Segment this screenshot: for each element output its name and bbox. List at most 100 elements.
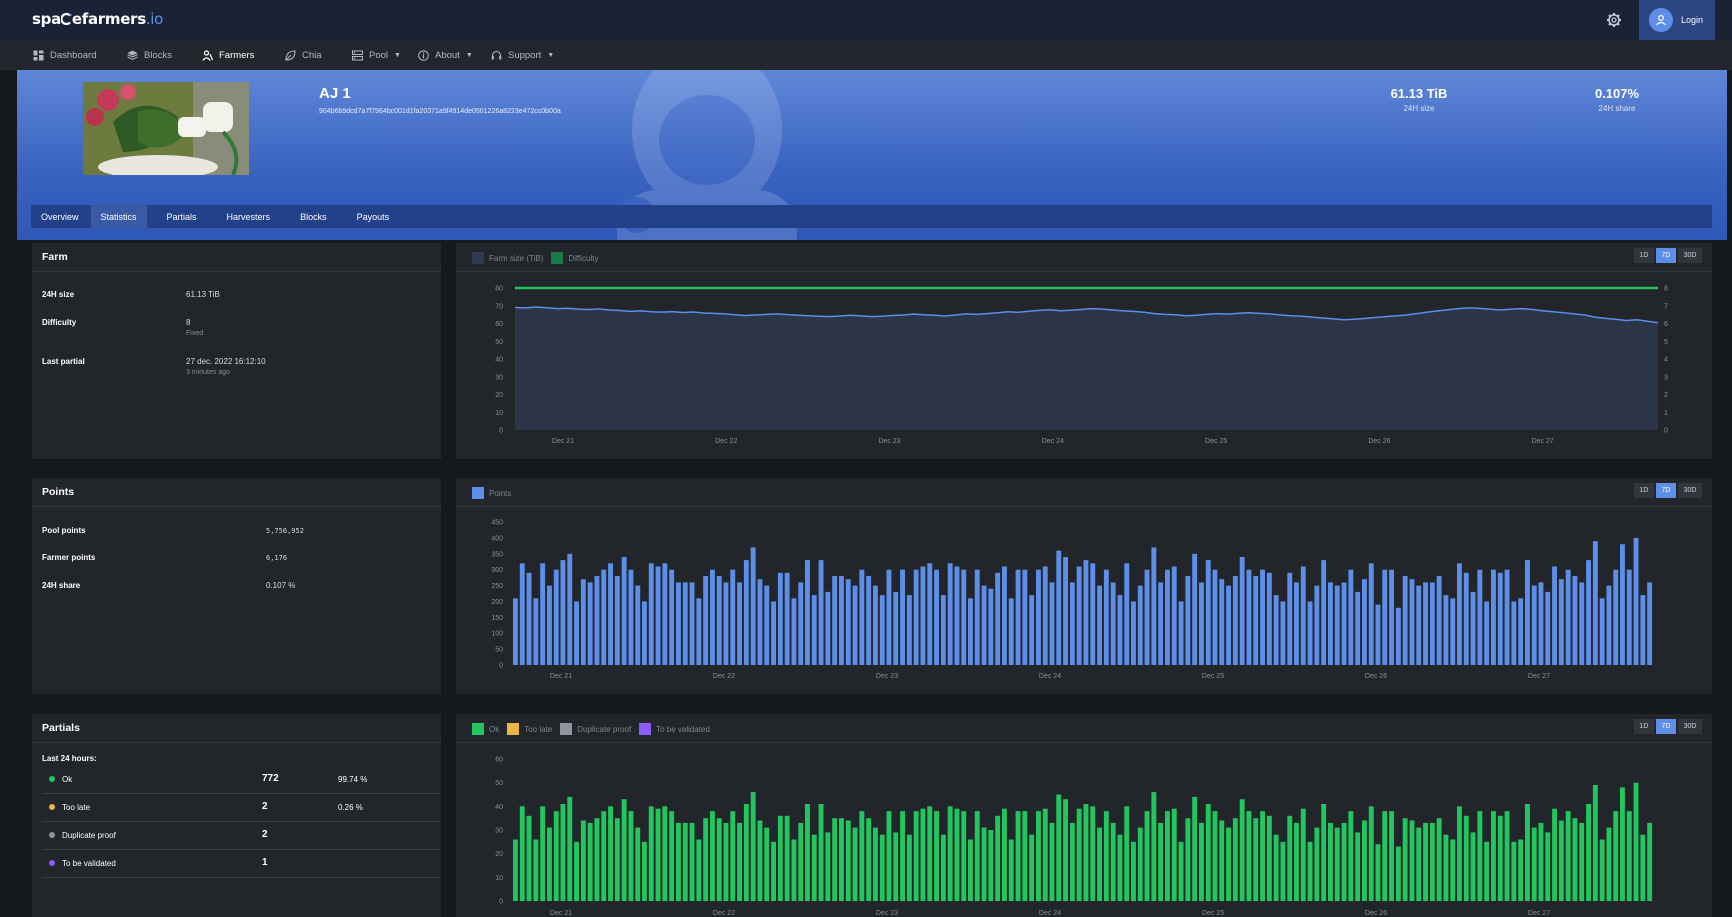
partials-ok-bar <box>594 818 600 901</box>
points-bar <box>940 595 946 665</box>
partials-ok-bar <box>1579 822 1585 901</box>
partials-ok-bar <box>1307 841 1313 901</box>
points-bar <box>1511 601 1517 665</box>
nav-support[interactable]: Support ▼ <box>491 40 554 70</box>
points-bar <box>1049 582 1055 665</box>
partials-ok-bar <box>1205 804 1211 901</box>
tab-blocks[interactable]: Blocks <box>290 205 337 228</box>
partials-ok-bar <box>716 818 722 901</box>
nav-blocks[interactable]: Blocks <box>127 40 172 70</box>
partials-ok-bar <box>1321 804 1327 901</box>
x-tick-label: Dec 25 <box>1205 438 1227 445</box>
partials-ok-bar <box>981 827 987 901</box>
partials-ok-bar <box>1484 841 1490 901</box>
points-bar <box>920 566 926 665</box>
nav-pool[interactable]: Pool ▼ <box>352 40 401 70</box>
headset-icon <box>491 50 502 59</box>
partials-ok-bar <box>852 827 858 901</box>
partials-ok-bar <box>1504 811 1510 901</box>
points-bar <box>1185 576 1191 665</box>
points-bar <box>1477 569 1483 665</box>
gear-icon[interactable] <box>1604 10 1624 30</box>
partials-ok-bar <box>995 815 1001 901</box>
points-bar <box>954 566 960 665</box>
points-bar <box>1232 576 1238 665</box>
brand-logo[interactable]: spa efarmers.io <box>32 10 163 28</box>
x-tick-label: Dec 23 <box>876 910 898 917</box>
points-bar <box>1008 598 1014 665</box>
x-tick-label: Dec 24 <box>1039 673 1061 680</box>
farm-last-partial-value: 27 dec. 2022 16:12:10 3 minutes ago <box>186 357 266 376</box>
points-bar <box>1368 563 1374 665</box>
points-title: Points <box>42 486 75 498</box>
points-bar <box>913 569 919 665</box>
partials-ok-bar <box>1178 841 1184 901</box>
partials-ok-bar <box>1192 796 1198 901</box>
nav-farmers[interactable]: Farmers <box>202 40 254 70</box>
partials-ok-bar <box>703 818 709 901</box>
partials-ok-bar <box>805 804 810 901</box>
farmer-points-value: 6,176 <box>266 554 288 562</box>
nav-dashboard[interactable]: Dashboard <box>33 40 96 70</box>
tab-payouts[interactable]: Payouts <box>347 205 400 228</box>
x-tick-label: Dec 26 <box>1365 673 1387 680</box>
partials-ok-bar <box>574 841 579 901</box>
farm-size-area <box>515 307 1658 430</box>
partials-ok-bar <box>567 796 573 901</box>
points-bar <box>1606 585 1612 665</box>
points-bar <box>886 569 892 665</box>
points-bar <box>1110 582 1116 665</box>
points-bar <box>621 557 627 665</box>
partials-ok-bar <box>1633 782 1639 901</box>
y-tick-label: 50 <box>495 780 503 787</box>
nav-about-label: About <box>435 49 460 61</box>
x-tick-label: Dec 21 <box>552 438 574 445</box>
y-tick-label: 300 <box>491 567 503 574</box>
nav-about[interactable]: About ▼ <box>418 40 473 70</box>
nav-chia[interactable]: Chia <box>285 40 322 70</box>
partials-ok-bar <box>873 827 878 901</box>
partials-ok-bar <box>737 822 742 901</box>
tab-harvesters[interactable]: Harvesters <box>217 205 281 228</box>
partials-ok-bar <box>1606 827 1612 901</box>
partials-ok-bar <box>1144 811 1150 901</box>
partials-ok-bar <box>1538 822 1544 901</box>
points-bar <box>1260 569 1265 665</box>
farmer-photo <box>83 82 249 175</box>
points-bar <box>1626 569 1632 665</box>
points-bar <box>1314 585 1320 665</box>
partials-ok-bar <box>689 822 695 901</box>
tab-statistics[interactable]: Statistics <box>90 205 147 228</box>
tab-overview[interactable]: Overview <box>31 205 89 228</box>
x-tick-label: Dec 27 <box>1532 438 1554 445</box>
partials-ok-bar <box>1002 808 1007 901</box>
points-bar <box>1199 582 1204 665</box>
points-bar <box>1076 566 1082 665</box>
points-bar <box>873 585 878 665</box>
partials-ok-bar <box>1647 822 1653 901</box>
login-button[interactable]: Login <box>1639 0 1715 40</box>
partials-ok-bar <box>1626 811 1632 901</box>
partials-ok-bar <box>1314 827 1320 901</box>
points-bar <box>1491 569 1496 665</box>
points-bar <box>845 579 851 665</box>
points-bar <box>961 569 967 665</box>
partials-ok-bar <box>1171 808 1177 901</box>
y2-tick-label: 1 <box>1664 410 1668 417</box>
y-tick-label: 60 <box>495 321 503 328</box>
partials-ok-bar <box>947 806 953 901</box>
partials-ok-bar <box>1552 808 1557 901</box>
points-bar <box>1497 572 1503 665</box>
points-bar <box>1355 591 1361 665</box>
y-tick-label: 0 <box>499 428 503 435</box>
x-tick-label: Dec 27 <box>1528 910 1550 917</box>
partials-ok-bar <box>886 811 892 901</box>
partials-subtitle: Last 24 hours: <box>42 754 97 763</box>
partials-ok-bar <box>777 815 783 901</box>
partials-ok-bar <box>696 839 702 901</box>
partials-ok-bar <box>906 834 912 901</box>
farmer-tabs: Overview Statistics Partials Harvesters … <box>31 205 1712 228</box>
points-bar <box>737 582 742 665</box>
tab-partials[interactable]: Partials <box>157 205 207 228</box>
points-chart-panel: Points 1D 7D 30D 0 50 100 150 200 250 300 350 40… <box>456 478 1712 694</box>
